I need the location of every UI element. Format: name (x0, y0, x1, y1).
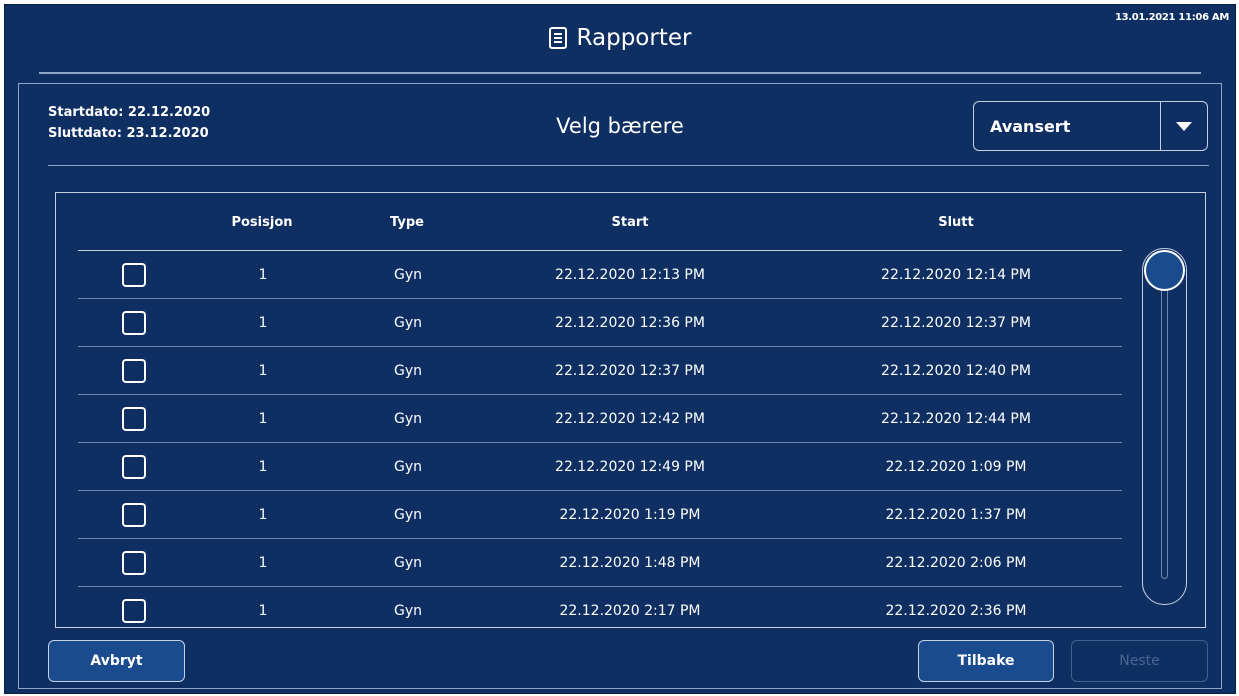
cell-end: 22.12.2020 1:09 PM (885, 459, 1027, 475)
cell-type: Gyn (393, 507, 422, 523)
header-divider (39, 72, 1201, 74)
table-row[interactable]: 1 Gyn 22.12.2020 1:19 PM 22.12.2020 1:37… (78, 491, 1122, 539)
cell-position: 1 (258, 603, 268, 619)
row-checkbox[interactable] (122, 551, 146, 575)
table-row[interactable]: 1 Gyn 22.12.2020 1:48 PM 22.12.2020 2:06… (78, 539, 1122, 587)
cell-type: Gyn (393, 555, 422, 571)
chevron-down-icon (1176, 121, 1192, 131)
cell-position: 1 (258, 555, 268, 571)
report-icon (548, 27, 567, 49)
cell-type: Gyn (393, 411, 422, 427)
table-row[interactable]: 1 Gyn 22.12.2020 12:13 PM 22.12.2020 12:… (78, 251, 1122, 299)
title-wrap: Rapporter (5, 25, 1235, 51)
cell-position: 1 (258, 459, 268, 475)
cell-type: Gyn (393, 459, 422, 475)
cell-type: Gyn (393, 363, 422, 379)
cell-start: 22.12.2020 1:19 PM (559, 507, 701, 523)
row-checkbox[interactable] (122, 599, 146, 623)
cell-position: 1 (258, 411, 268, 427)
main-frame: Startdato: 22.12.2020 Sluttdato: 23.12.2… (18, 83, 1222, 689)
dropdown-selected-value: Avansert (990, 116, 1071, 136)
cell-start: 22.12.2020 12:49 PM (555, 459, 705, 475)
cell-end: 22.12.2020 12:40 PM (881, 363, 1031, 379)
cell-position: 1 (258, 267, 268, 283)
cell-type: Gyn (393, 267, 422, 283)
cell-position: 1 (258, 363, 268, 379)
row-checkbox[interactable] (122, 311, 146, 335)
row-checkbox[interactable] (122, 455, 146, 479)
header: Rapporter 13.01.2021 11:06 AM (5, 5, 1235, 77)
app-window: Rapporter 13.01.2021 11:06 AM Startdato:… (4, 4, 1236, 694)
row-checkbox[interactable] (122, 503, 146, 527)
cell-end: 22.12.2020 2:06 PM (885, 555, 1027, 571)
table-row[interactable]: 1 Gyn 22.12.2020 12:37 PM 22.12.2020 12:… (78, 347, 1122, 395)
vertical-scrollbar[interactable] (1142, 248, 1187, 605)
cell-start: 22.12.2020 12:13 PM (555, 267, 705, 283)
cell-start: 22.12.2020 12:36 PM (555, 315, 705, 331)
cell-position: 1 (258, 507, 268, 523)
table-row[interactable]: 1 Gyn 22.12.2020 12:42 PM 22.12.2020 12:… (78, 395, 1122, 443)
row-checkbox[interactable] (122, 263, 146, 287)
back-button[interactable]: Tilbake (918, 640, 1054, 682)
column-header-end: Slutt (938, 215, 974, 230)
table-row[interactable]: 1 Gyn 22.12.2020 12:36 PM 22.12.2020 12:… (78, 299, 1122, 347)
cell-type: Gyn (393, 603, 422, 619)
cell-start: 22.12.2020 2:17 PM (559, 603, 701, 619)
column-header-start: Start (611, 215, 649, 230)
table-row[interactable]: 1 Gyn 22.12.2020 2:17 PM 22.12.2020 2:36… (78, 587, 1122, 627)
section-divider (48, 165, 1209, 166)
column-header-type: Type (390, 215, 424, 230)
cell-start: 22.12.2020 12:42 PM (555, 411, 705, 427)
cell-end: 22.12.2020 12:44 PM (881, 411, 1031, 427)
next-button[interactable]: Neste (1071, 640, 1208, 682)
cell-start: 22.12.2020 1:48 PM (559, 555, 701, 571)
row-checkbox[interactable] (122, 407, 146, 431)
scrollbar-thumb[interactable] (1144, 250, 1185, 291)
carrier-table-panel: Posisjon Type Start Slutt 1 Gyn 22.12.20… (55, 192, 1206, 628)
cancel-button[interactable]: Avbryt (48, 640, 185, 682)
cell-type: Gyn (393, 315, 422, 331)
cell-end: 22.12.2020 12:37 PM (881, 315, 1031, 331)
table-row[interactable]: 1 Gyn 22.12.2020 12:49 PM 22.12.2020 1:0… (78, 443, 1122, 491)
row-checkbox[interactable] (122, 359, 146, 383)
column-header-position: Posisjon (231, 215, 293, 230)
cell-end: 22.12.2020 2:36 PM (885, 603, 1027, 619)
cell-start: 22.12.2020 12:37 PM (555, 363, 705, 379)
page-title: Rapporter (576, 25, 692, 51)
scrollbar-track[interactable] (1161, 279, 1168, 579)
cell-end: 22.12.2020 12:14 PM (881, 267, 1031, 283)
table-body: 1 Gyn 22.12.2020 12:13 PM 22.12.2020 12:… (78, 251, 1122, 627)
dropdown-toggle-button[interactable] (1160, 102, 1207, 150)
cell-end: 22.12.2020 1:37 PM (885, 507, 1027, 523)
datetime-label: 13.01.2021 11:06 AM (1114, 12, 1229, 23)
cell-position: 1 (258, 315, 268, 331)
mode-dropdown[interactable]: Avansert (973, 101, 1208, 151)
